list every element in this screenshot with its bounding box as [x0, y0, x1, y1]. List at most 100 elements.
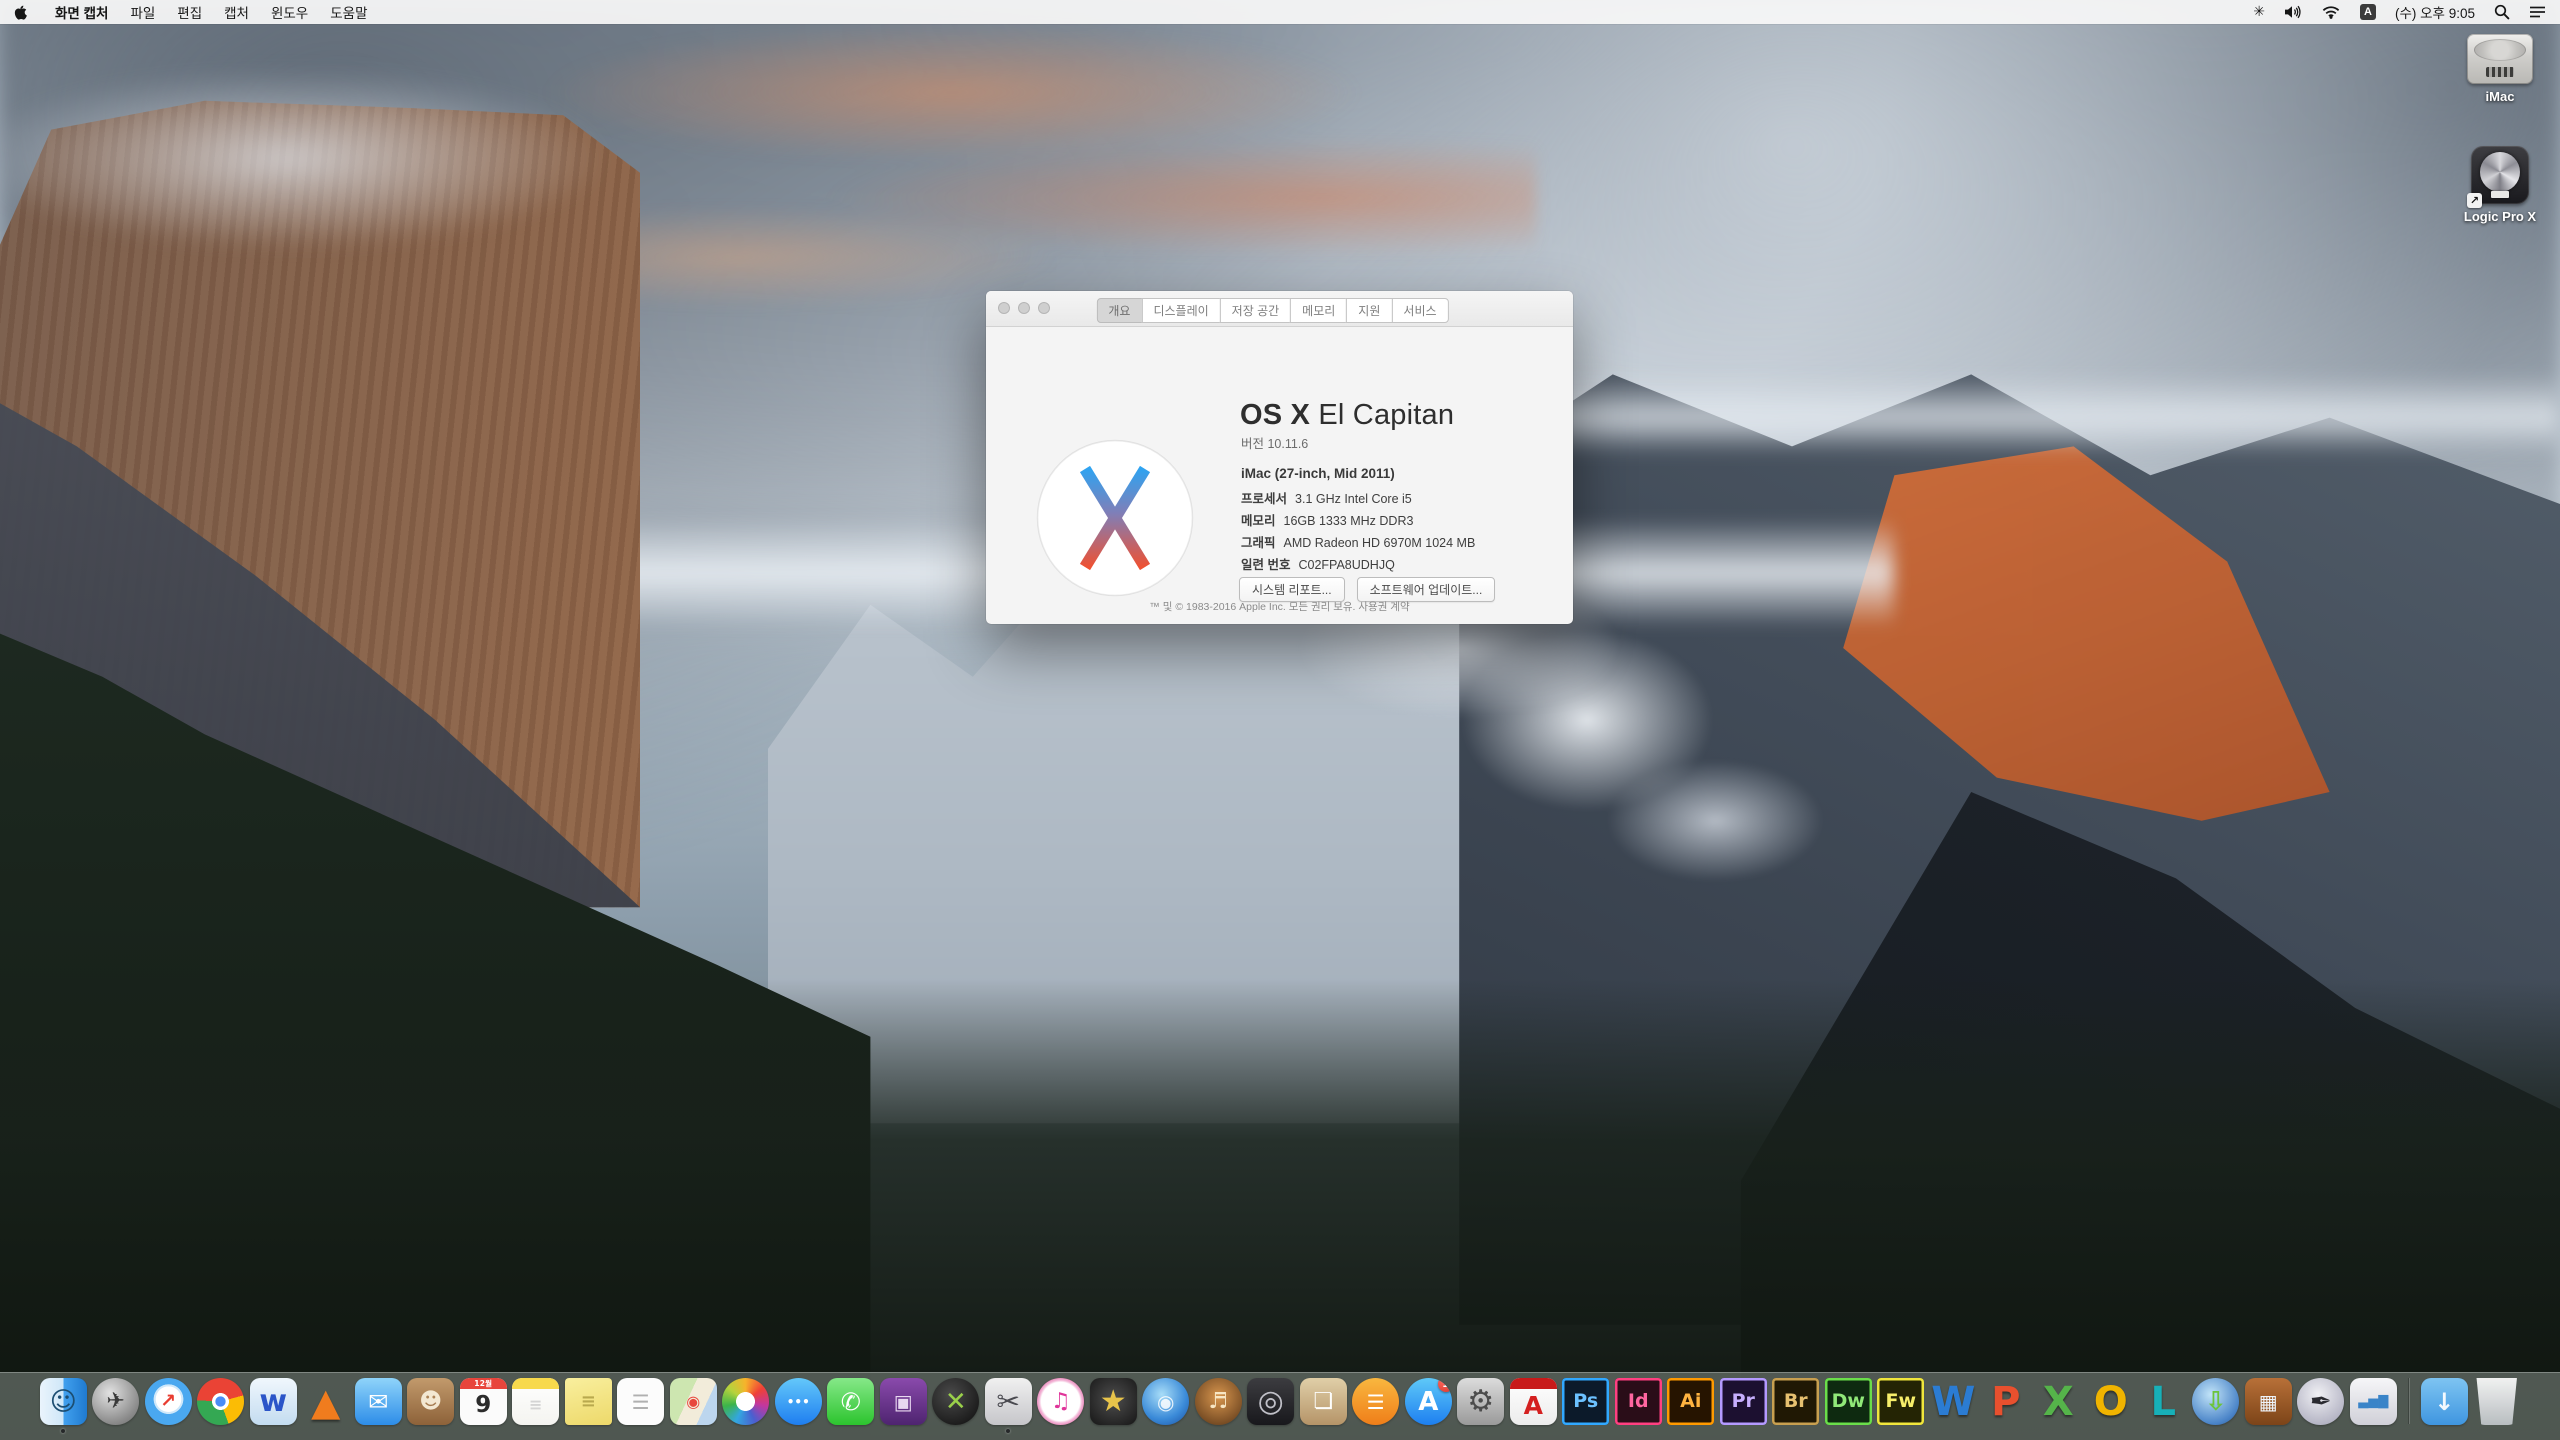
tab-저장 공간[interactable]: 저장 공간	[1220, 298, 1292, 323]
dock-item-lync[interactable]: L	[2140, 1378, 2187, 1425]
photo-booth-glyph: ▣	[894, 1392, 913, 1412]
dock-item-facetime[interactable]: ✆	[827, 1378, 874, 1425]
mail-glyph: ✉	[368, 1390, 388, 1414]
dock-item-finder[interactable]: ☺	[40, 1378, 87, 1425]
app-menu-title[interactable]: 화면 캡처	[44, 2, 119, 22]
close-button[interactable]	[998, 302, 1010, 314]
about-this-mac-window[interactable]: 개요디스플레이저장 공간메모리지원서비스 OS X El Capitan 버전 …	[986, 291, 1573, 624]
system-preferences-icon: ⚙	[1457, 1378, 1504, 1425]
screen-capture-running-indicator	[1006, 1429, 1010, 1433]
desktop-icon-imac[interactable]: iMac	[2445, 34, 2555, 104]
dock-item-safari[interactable]: ↗	[145, 1378, 192, 1425]
tab-지원[interactable]: 지원	[1346, 298, 1392, 323]
stickies-icon: ≡	[565, 1378, 612, 1425]
dock-item-bridge[interactable]: Br	[1772, 1378, 1819, 1425]
menu-bar: 화면 캡처파일편집캡처윈도우도움말 ✳ A (수) 오후 9:05	[0, 0, 2560, 24]
dock-item-acrobat-reader[interactable]: A	[1510, 1378, 1557, 1425]
dock-item-downloads-folder[interactable]: ↓	[2421, 1378, 2468, 1425]
dock-item-vlc[interactable]: ▲	[302, 1378, 349, 1425]
finder-glyph: ☺	[50, 1389, 77, 1415]
dock-item-screen-capture[interactable]: ✂	[985, 1378, 1032, 1425]
dock-item-keynote-09[interactable]: ▦	[2245, 1378, 2292, 1425]
safari-icon: ↗	[145, 1378, 192, 1425]
zoom-button[interactable]	[1038, 302, 1050, 314]
imovie-glyph: ★	[1100, 1387, 1127, 1417]
dock-item-notes[interactable]: ≡	[512, 1378, 559, 1425]
os-title: OS X El Capitan	[1240, 399, 1454, 432]
dock-item-illustrator[interactable]: Ai	[1667, 1378, 1714, 1425]
dock-item-ibooks[interactable]: ☰	[1352, 1378, 1399, 1425]
logic-pro-x-glyph: ◎	[1258, 1387, 1284, 1417]
menu-item-도움말[interactable]: 도움말	[319, 2, 378, 22]
input-source-icon[interactable]: A	[2360, 4, 2376, 20]
dock-item-dvd-player[interactable]: ◉	[1142, 1378, 1189, 1425]
dock-item-garageband[interactable]: ♬	[1195, 1378, 1242, 1425]
dock-item-contacts[interactable]: ☻	[407, 1378, 454, 1425]
dock-item-numbers-09[interactable]: ▃▅▇	[2350, 1378, 2397, 1425]
dock-item-imovie[interactable]: ★	[1090, 1378, 1137, 1425]
menu-item-캡처[interactable]: 캡처	[213, 2, 260, 22]
dock-item-reminders[interactable]: ☰	[617, 1378, 664, 1425]
dock-item-outlook[interactable]: O	[2087, 1378, 2134, 1425]
dock-item-app-store[interactable]: A1	[1405, 1378, 1452, 1425]
numbers-09-icon: ▃▅▇	[2350, 1378, 2397, 1425]
tab-개요[interactable]: 개요	[1096, 298, 1142, 323]
dock-item-webtoon-w-app[interactable]: w	[250, 1378, 297, 1425]
dock-item-chrome[interactable]	[197, 1378, 244, 1425]
spec-value: 3.1 GHz Intel Core i5	[1295, 492, 1412, 506]
os-x-logo	[1036, 439, 1194, 597]
dock-item-launchpad[interactable]: ✈	[92, 1378, 139, 1425]
tab-서비스[interactable]: 서비스	[1391, 298, 1448, 323]
menu-item-윈도우[interactable]: 윈도우	[260, 2, 319, 22]
dock-item-premiere-pro[interactable]: Pr	[1720, 1378, 1767, 1425]
menu-item-파일[interactable]: 파일	[119, 2, 166, 22]
acrobat-reader-icon: A	[1510, 1378, 1557, 1425]
dock-item-photo-stack[interactable]: ❏	[1300, 1378, 1347, 1425]
wifi-icon[interactable]	[2321, 5, 2341, 19]
dock-item-pages-09[interactable]: ✒	[2297, 1378, 2344, 1425]
keynote-09-icon: ▦	[2245, 1378, 2292, 1425]
desktop-icon-label: Logic Pro X	[2445, 209, 2555, 224]
dock-item-mail[interactable]: ✉	[355, 1378, 402, 1425]
desktop-icon-label: iMac	[2445, 89, 2555, 104]
dock-item-photoshop[interactable]: Ps	[1562, 1378, 1609, 1425]
hardware-specs: 프로세서3.1 GHz Intel Core i5메모리16GB 1333 MH…	[1241, 488, 1475, 576]
spec-row: 프로세서3.1 GHz Intel Core i5	[1241, 488, 1475, 510]
dock-item-maps[interactable]: ◉	[670, 1378, 717, 1425]
dock-item-stickies[interactable]: ≡	[565, 1378, 612, 1425]
dock-item-fireworks[interactable]: Fw	[1877, 1378, 1924, 1425]
dock-item-powerpoint[interactable]: P	[1982, 1378, 2029, 1425]
pages-09-icon: ✒	[2297, 1378, 2344, 1425]
dock-item-photo-booth[interactable]: ▣	[880, 1378, 927, 1425]
dock-item-globe-downloader[interactable]: ⇩	[2192, 1378, 2239, 1425]
menu-clock[interactable]: (수) 오후 9:05	[2395, 2, 2475, 22]
app-menus: 화면 캡처파일편집캡처윈도우도움말	[44, 2, 379, 22]
dock-item-excel[interactable]: X	[2035, 1378, 2082, 1425]
spec-label: 일련 번호	[1241, 558, 1290, 572]
fan-status-icon[interactable]: ✳	[2253, 5, 2265, 19]
dock-item-dreamweaver[interactable]: Dw	[1825, 1378, 1872, 1425]
dock-item-x-image-viewer[interactable]: ✕	[932, 1378, 979, 1425]
facetime-glyph: ✆	[841, 1390, 861, 1414]
dock-item-system-preferences[interactable]: ⚙	[1457, 1378, 1504, 1425]
volume-icon[interactable]	[2284, 5, 2302, 19]
calendar-icon: 12월9	[460, 1378, 507, 1425]
dock-item-word[interactable]: W	[1930, 1378, 1977, 1425]
minimize-button[interactable]	[1018, 302, 1030, 314]
dock-item-logic-pro-x[interactable]: ◎	[1247, 1378, 1294, 1425]
dock-item-itunes[interactable]: ♫	[1037, 1378, 1084, 1425]
dock-item-photos[interactable]: ❀	[722, 1378, 769, 1425]
dock-item-calendar[interactable]: 12월9	[460, 1378, 507, 1425]
desktop-icon-logic-pro-x[interactable]: ↗ Logic Pro X	[2445, 146, 2555, 224]
dock-item-indesign[interactable]: Id	[1615, 1378, 1662, 1425]
dock-item-trash[interactable]	[2473, 1378, 2520, 1425]
menu-item-편집[interactable]: 편집	[166, 2, 213, 22]
tab-디스플레이[interactable]: 디스플레이	[1141, 298, 1220, 323]
about-tabs: 개요디스플레이저장 공간메모리지원서비스	[1096, 298, 1448, 323]
apple-menu[interactable]	[0, 4, 44, 20]
dock-item-messages[interactable]: •••	[775, 1378, 822, 1425]
window-titlebar[interactable]: 개요디스플레이저장 공간메모리지원서비스	[986, 291, 1573, 327]
spotlight-icon[interactable]	[2494, 4, 2510, 20]
notification-center-icon[interactable]	[2529, 5, 2546, 19]
tab-메모리[interactable]: 메모리	[1290, 298, 1347, 323]
